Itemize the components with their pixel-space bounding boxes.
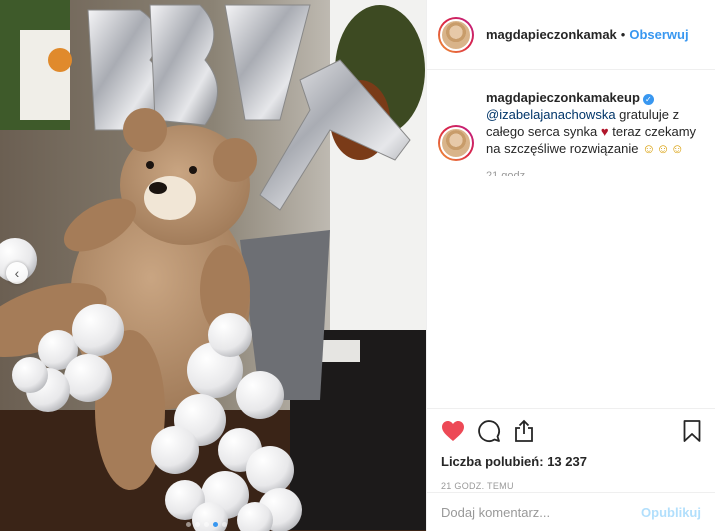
carousel-dot-active <box>213 522 218 527</box>
comment-icon <box>478 420 500 442</box>
add-comment-bar: Opublikuj <box>427 492 715 531</box>
action-bar <box>441 409 701 453</box>
carousel-indicator <box>186 522 227 527</box>
likes-count[interactable]: Liczba polubień: 13 237 <box>441 453 701 471</box>
post-photo[interactable]: ‹ <box>0 0 426 531</box>
comment-timestamp: 21 godz <box>486 170 526 176</box>
carousel-dot <box>222 522 227 527</box>
header-separator: • <box>620 27 626 42</box>
post-side-panel: magdapieczonkamak • Obserwuj magdapieczo… <box>426 0 715 531</box>
smile-emoji-icon: ☺☺☺ <box>642 141 685 156</box>
comment-mention[interactable]: @izabelajanachowska <box>486 107 616 122</box>
post-header: magdapieczonkamak • Obserwuj <box>427 0 715 70</box>
comment-body: magdapieczonkamakeup ✓ @izabelajanachowsk… <box>486 89 701 176</box>
carousel-prev-button[interactable]: ‹ <box>6 262 28 284</box>
heart-emoji-icon: ♥ <box>600 124 609 139</box>
share-button[interactable] <box>513 417 549 445</box>
bookmark-icon <box>683 420 701 442</box>
carousel-dot <box>195 522 200 527</box>
commenter-avatar[interactable] <box>438 125 474 161</box>
follow-button[interactable]: Obserwuj <box>629 27 688 42</box>
post-actions-section: Liczba polubień: 13 237 21 GODZ. TEMU <box>427 408 715 491</box>
photo-illustration <box>0 0 426 531</box>
likes-number: 13 237 <box>547 454 587 469</box>
carousel-dot <box>186 522 191 527</box>
likes-label: Liczba polubień: <box>441 454 544 469</box>
carousel-dot <box>204 522 209 527</box>
comment-button[interactable] <box>477 417 513 445</box>
author-username[interactable]: magdapieczonkamak <box>486 27 617 42</box>
publish-button[interactable]: Opublikuj <box>641 505 701 520</box>
like-button[interactable] <box>441 417 477 445</box>
heart-icon <box>442 421 464 441</box>
commenter-username[interactable]: magdapieczonkamakeup <box>486 90 640 105</box>
verified-badge-icon: ✓ <box>642 94 654 105</box>
comments-list[interactable]: magdapieczonkamakeup ✓ @izabelajanachowsk… <box>427 71 715 189</box>
post-timestamp[interactable]: 21 GODZ. TEMU <box>441 481 701 491</box>
author-avatar[interactable] <box>438 16 474 53</box>
instagram-post-modal: ‹ magdapieczonkamak • Obserwuj magdapiec… <box>0 0 715 531</box>
chevron-left-icon: ‹ <box>14 265 20 281</box>
save-button[interactable] <box>677 417 701 445</box>
share-icon <box>515 419 533 442</box>
caption-comment: magdapieczonkamakeup ✓ @izabelajanachowsk… <box>438 89 701 176</box>
comment-input[interactable] <box>441 504 642 520</box>
